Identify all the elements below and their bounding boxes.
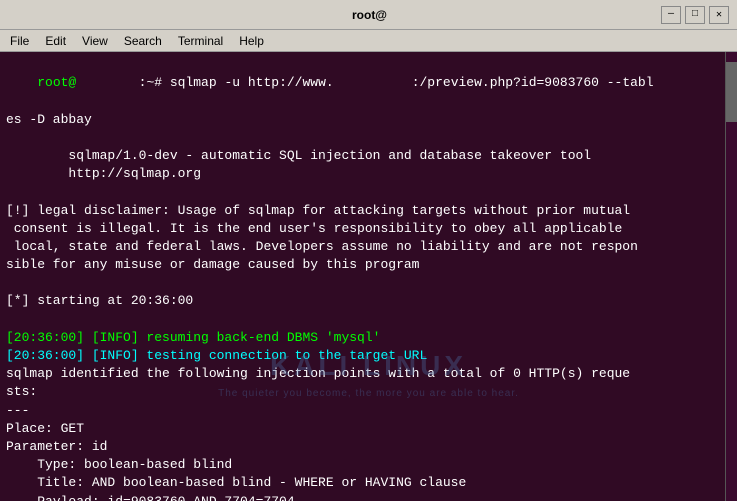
close-button[interactable]: ✕ — [709, 6, 729, 24]
terminal-line — [6, 311, 731, 329]
terminal-area[interactable]: root@ :~# sqlmap -u http://www. :/previe… — [0, 52, 737, 501]
scrollbar-thumb[interactable] — [726, 62, 737, 122]
scrollbar[interactable] — [725, 52, 737, 501]
terminal-line: root@ :~# sqlmap -u http://www. :/previe… — [6, 56, 731, 111]
terminal-line: sible for any misuse or damage caused by… — [6, 256, 731, 274]
terminal-line-info: [20:36:00] [INFO] resuming back-end DBMS… — [6, 329, 731, 347]
terminal-line: http://sqlmap.org — [6, 165, 731, 183]
terminal-line: Title: AND boolean-based blind - WHERE o… — [6, 474, 731, 492]
window-title: root@ — [78, 8, 661, 22]
menu-help[interactable]: Help — [233, 32, 270, 50]
maximize-button[interactable]: □ — [685, 6, 705, 24]
terminal-line: Payload: id=9083760 AND 7704=7704 — [6, 493, 731, 501]
terminal-line-info: [20:36:00] [INFO] testing connection to … — [6, 347, 731, 365]
terminal-line — [6, 129, 731, 147]
terminal-line: Parameter: id — [6, 438, 731, 456]
terminal-line — [6, 274, 731, 292]
terminal-line: [!] legal disclaimer: Usage of sqlmap fo… — [6, 202, 731, 220]
menu-view[interactable]: View — [76, 32, 114, 50]
terminal-line: Place: GET — [6, 420, 731, 438]
menu-bar: File Edit View Search Terminal Help — [0, 30, 737, 52]
terminal-line: local, state and federal laws. Developer… — [6, 238, 731, 256]
prompt-host: :~# sqlmap -u http://www. :/preview.php?… — [76, 75, 653, 90]
terminal-line: --- — [6, 402, 731, 420]
minimize-button[interactable]: — — [661, 6, 681, 24]
window-controls: — □ ✕ — [661, 6, 729, 24]
terminal-line: [*] starting at 20:36:00 — [6, 292, 731, 310]
terminal-line: sts: — [6, 383, 731, 401]
terminal-line: consent is illegal. It is the end user's… — [6, 220, 731, 238]
title-bar: root@ — □ ✕ — [0, 0, 737, 30]
terminal-line: Type: boolean-based blind — [6, 456, 731, 474]
terminal-line: sqlmap/1.0-dev - automatic SQL injection… — [6, 147, 731, 165]
menu-file[interactable]: File — [4, 32, 35, 50]
terminal-line — [6, 183, 731, 201]
menu-edit[interactable]: Edit — [39, 32, 72, 50]
menu-terminal[interactable]: Terminal — [172, 32, 229, 50]
menu-search[interactable]: Search — [118, 32, 168, 50]
terminal-line: es -D abbay — [6, 111, 731, 129]
terminal-line: sqlmap identified the following injectio… — [6, 365, 731, 383]
prompt-user: root@ — [37, 75, 76, 90]
